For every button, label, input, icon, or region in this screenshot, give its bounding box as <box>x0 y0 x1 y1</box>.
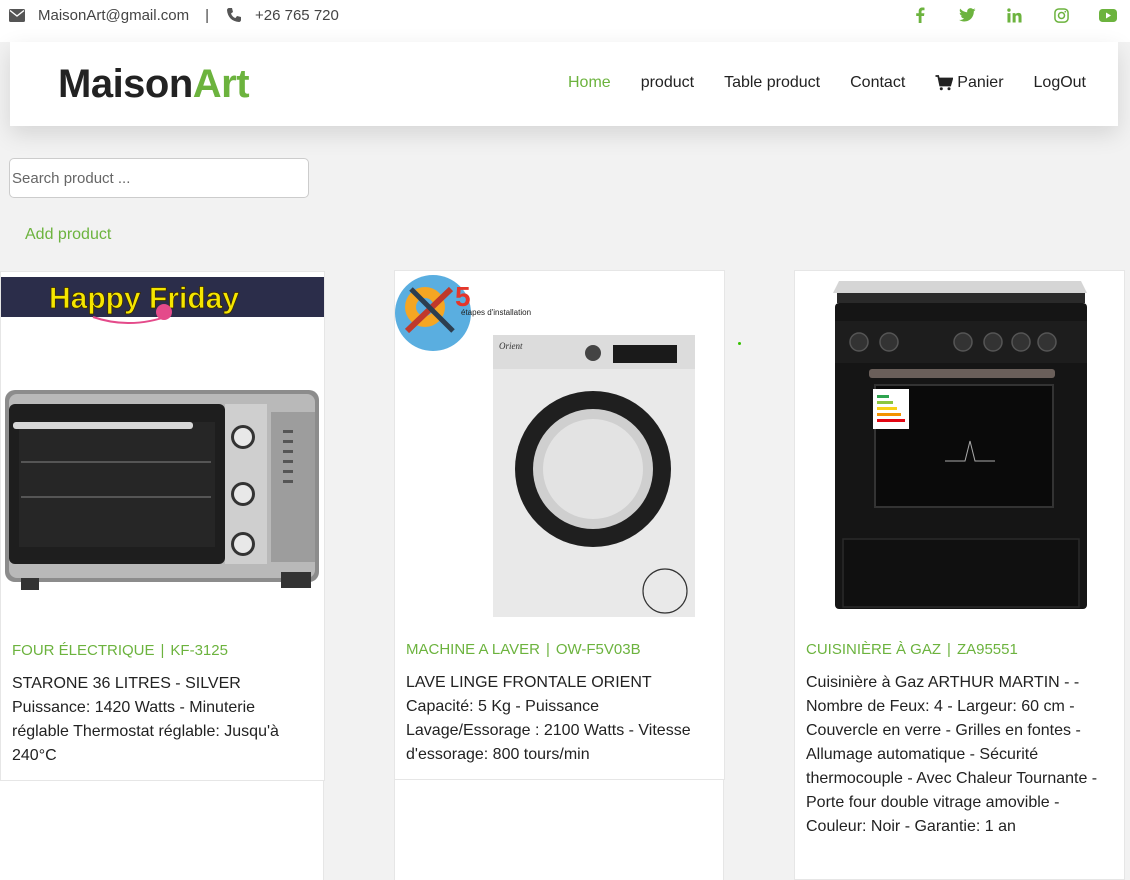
product-card[interactable]: CUISINIÈRE À GAZ | ZA95551 Cuisinière à Ga… <box>794 270 1125 880</box>
add-product-link[interactable]: Add product <box>25 226 111 244</box>
product-image: 5 étapes d'installation Orient <box>395 271 724 621</box>
cart-icon <box>935 75 954 91</box>
envelope-icon <box>8 6 26 24</box>
product-category: MACHINE A LAVER <box>406 641 540 658</box>
nav-menu: Home product Table product Contact Panie… <box>568 74 1086 92</box>
product-category: FOUR ÉLECTRIQUE <box>12 642 155 659</box>
contact-separator: | <box>205 6 210 24</box>
nav-panier[interactable]: Panier <box>935 74 1004 92</box>
product-category: CUISINIÈRE À GAZ <box>806 641 942 658</box>
instagram-icon[interactable] <box>1051 5 1071 25</box>
nav-logout[interactable]: LogOut <box>1034 74 1086 92</box>
product-image <box>795 271 1124 621</box>
product-image-stove <box>833 281 1087 609</box>
decorative-dot <box>738 342 741 345</box>
product-image-washer: 5 étapes d'installation Orient <box>395 275 695 617</box>
product-description: Puissance: 1420 Watts - Minuterie réglab… <box>12 699 279 764</box>
brand-logo[interactable]: MaisonArt <box>58 62 250 107</box>
card-extension <box>394 780 724 880</box>
product-ref: OW-F5V03B <box>555 641 641 658</box>
brand-name-part1: Maison <box>58 62 193 106</box>
nav-product[interactable]: product <box>641 74 694 92</box>
product-meta: MACHINE A LAVER | OW-F5V03B <box>406 641 641 658</box>
main-navbar: MaisonArt Home product Table product Con… <box>10 42 1118 126</box>
nav-table-product[interactable]: Table product <box>724 74 820 92</box>
product-title: STARONE 36 LITRES - SILVER <box>12 675 241 692</box>
nav-contact[interactable]: Contact <box>850 74 905 92</box>
product-image: Happy Friday <box>1 272 324 622</box>
product-title: Cuisinière à Gaz ARTHUR MARTIN - - Nombr… <box>806 674 1098 835</box>
nav-panier-label: Panier <box>957 74 1004 91</box>
product-ref: KF-3125 <box>170 642 228 659</box>
phone-icon <box>225 6 243 24</box>
product-description: Capacité: 5 Kg - Puissance Lavage/Essora… <box>406 698 691 763</box>
nav-home[interactable]: Home <box>568 74 611 92</box>
product-text: LAVE LINGE FRONTALE ORIENT Capacité: 5 K… <box>406 671 714 767</box>
meta-separator: | <box>160 642 165 659</box>
meta-separator: | <box>545 641 550 658</box>
product-title: LAVE LINGE FRONTALE ORIENT <box>406 674 652 691</box>
brand-name-part2: Art <box>192 62 250 106</box>
badge-text: étapes d'installation <box>461 308 531 317</box>
contact-info: MaisonArt@gmail.com | +26 765 720 <box>8 6 339 24</box>
product-meta: CUISINIÈRE À GAZ | ZA95551 <box>806 641 1018 658</box>
happy-friday-banner: Happy Friday <box>49 282 239 315</box>
contact-phone[interactable]: +26 765 720 <box>255 7 339 24</box>
product-text: STARONE 36 LITRES - SILVER Puissance: 14… <box>12 672 314 768</box>
product-ref: ZA95551 <box>956 641 1018 658</box>
contact-email[interactable]: MaisonArt@gmail.com <box>38 7 189 24</box>
product-text: Cuisinière à Gaz ARTHUR MARTIN - - Nombr… <box>806 671 1114 839</box>
twitter-icon[interactable] <box>957 5 977 25</box>
washer-brand-label: Orient <box>499 341 523 351</box>
linkedin-icon[interactable] <box>1004 5 1024 25</box>
search-input[interactable] <box>9 158 309 198</box>
youtube-icon[interactable] <box>1098 5 1118 25</box>
social-links <box>910 5 1118 25</box>
product-card[interactable]: 5 étapes d'installation Orient MACHINE A… <box>394 270 725 780</box>
card-extension <box>0 781 324 880</box>
product-image-oven: Happy Friday <box>1 277 324 590</box>
facebook-icon[interactable] <box>910 5 930 25</box>
product-card[interactable]: Happy Friday FOUR ÉLECTRIQUE | KF-3125 STA… <box>0 271 325 781</box>
top-contact-bar: MaisonArt@gmail.com | +26 765 720 <box>0 0 1130 42</box>
meta-separator: | <box>947 641 951 658</box>
product-meta: FOUR ÉLECTRIQUE | KF-3125 <box>12 642 228 659</box>
